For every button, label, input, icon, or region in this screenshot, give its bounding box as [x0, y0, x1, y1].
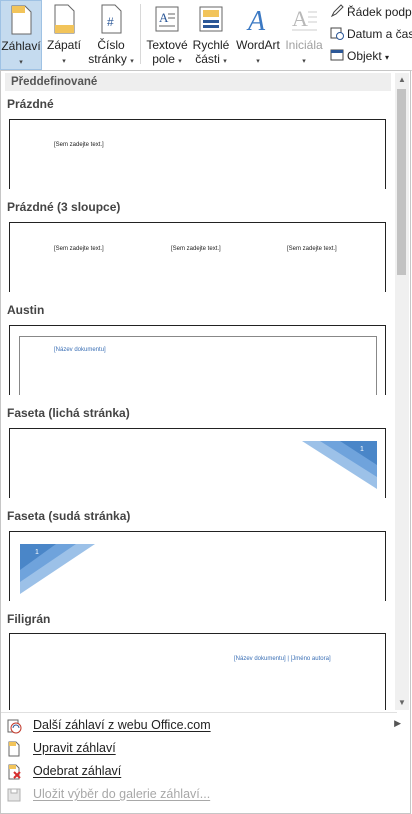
- save-to-gallery-menu-item[interactable]: Uložit výběr do galerie záhlaví...: [1, 784, 409, 806]
- signature-line-button[interactable]: Řádek podpi: [330, 4, 412, 19]
- office-web-icon: [7, 719, 22, 734]
- remove-header-icon: [8, 764, 21, 780]
- gallery-item-facet-odd[interactable]: 1: [9, 428, 386, 498]
- gallery-item-title: Austin: [7, 303, 45, 317]
- wordart-label: WordArt: [236, 38, 280, 52]
- date-time-button[interactable]: Datum a čas: [330, 26, 412, 41]
- page-number-text: 1: [360, 446, 364, 453]
- ribbon: Záhlaví ▾ Zápatí ▾ # Číslo stránky ▾ A Text…: [0, 0, 412, 71]
- ribbon-separator: [140, 4, 141, 64]
- page-number-label: Číslo: [97, 38, 125, 52]
- date-time-label: Datum a čas: [347, 27, 412, 41]
- svg-text:A: A: [159, 10, 169, 25]
- header-gallery-panel: Předdefinované ▲ ▼ Prázdné [Sem zadejte …: [0, 70, 411, 814]
- submenu-arrow-icon: ▶: [394, 718, 401, 728]
- header-button[interactable]: Záhlaví ▾: [0, 0, 42, 70]
- quick-parts-icon: [199, 6, 223, 32]
- page-number-label-2: stránky: [88, 52, 127, 66]
- remove-header-menu-item[interactable]: Odebrat záhlaví: [1, 761, 409, 783]
- facet-graphic-left: [20, 544, 95, 594]
- dropcap-button[interactable]: A Iniciála ▾: [284, 0, 324, 70]
- page-number-button[interactable]: # Číslo stránky ▾: [86, 0, 136, 70]
- gallery-item-facet-even[interactable]: 1: [9, 531, 386, 601]
- object-label: Objekt: [347, 49, 382, 63]
- gallery-item-filigree[interactable]: [Název dokumentu] | [Jméno autora]: [9, 633, 386, 710]
- svg-text:A: A: [246, 6, 266, 34]
- signature-pen-icon: [330, 4, 344, 18]
- save-selection-icon: [7, 788, 21, 802]
- textbox-label-2: pole: [152, 52, 175, 66]
- header-button-label: Záhlaví: [1, 39, 41, 53]
- page-number-icon: #: [101, 4, 122, 34]
- dropcap-icon: A: [292, 6, 317, 31]
- gallery-item-blank-3-columns[interactable]: [Sem zadejte text.] [Sem zadejte text.] …: [9, 222, 386, 292]
- edit-header-icon: [8, 741, 20, 757]
- quick-parts-label-2: části: [195, 52, 220, 66]
- gallery-item-blank[interactable]: [Sem zadejte text.]: [9, 119, 386, 189]
- signature-line-label: Řádek podpi: [347, 5, 412, 19]
- dropcap-label: Iniciála: [285, 38, 323, 52]
- page-number-text: 1: [35, 549, 39, 556]
- placeholder-text: [Sem zadejte text.]: [171, 246, 221, 252]
- facet-graphic-right: [302, 441, 377, 489]
- object-button[interactable]: Objekt ▾: [330, 48, 389, 63]
- placeholder-text: [Sem zadejte text.]: [54, 246, 104, 252]
- svg-text:#: #: [107, 15, 114, 29]
- placeholder-text: [Sem zadejte text.]: [54, 142, 104, 148]
- gallery-scrollbar[interactable]: ▲ ▼: [395, 73, 409, 710]
- more-headers-label: Další záhlaví z webu Office.com: [33, 718, 211, 732]
- placeholder-text: [Sem zadejte text.]: [287, 246, 337, 252]
- edit-header-menu-item[interactable]: Upravit záhlaví: [1, 738, 409, 760]
- object-icon: [330, 49, 344, 61]
- remove-header-label: Odebrat záhlaví: [33, 764, 122, 778]
- placeholder-text: [Název dokumentu]: [54, 347, 106, 353]
- scroll-down-arrow-icon[interactable]: ▼: [395, 696, 409, 710]
- wordart-icon: A: [246, 6, 266, 34]
- gallery-item-title: Filigrán: [7, 612, 51, 626]
- placeholder-text: [Název dokumentu] | [Jméno autora]: [234, 656, 331, 662]
- gallery-item-title: Prázdné (3 sloupce): [7, 200, 121, 214]
- gallery-item-title: Faseta (sudá stránka): [7, 509, 131, 523]
- footer-icon: [54, 4, 75, 34]
- textbox-label: Textové: [146, 38, 188, 52]
- edit-header-label: Upravit záhlaví: [33, 741, 116, 755]
- save-to-gallery-label: Uložit výběr do galerie záhlaví...: [33, 787, 211, 801]
- quick-parts-label: Rychlé: [192, 38, 230, 52]
- gallery-item-title: Faseta (lichá stránka): [7, 406, 130, 420]
- gallery-item-title: Prázdné: [7, 97, 54, 111]
- austin-frame: [19, 336, 377, 395]
- header-icon: [11, 5, 32, 35]
- textbox-button[interactable]: A Textové pole ▾: [144, 0, 190, 70]
- quick-parts-button[interactable]: Rychlé části ▾: [190, 0, 232, 70]
- gallery-item-austin[interactable]: [Název dokumentu]: [9, 325, 386, 395]
- menu-separator: [1, 712, 397, 713]
- textbox-icon: A: [155, 6, 179, 32]
- calendar-clock-icon: [330, 27, 344, 40]
- more-headers-office-menu-item[interactable]: Další záhlaví z webu Office.com ▶: [1, 715, 409, 737]
- svg-text:A: A: [292, 6, 308, 31]
- gallery-menu: Další záhlaví z webu Office.com ▶ Upravi…: [1, 712, 409, 812]
- gallery-category-header: Předdefinované: [5, 73, 391, 91]
- scroll-thumb[interactable]: [397, 89, 406, 275]
- footer-button-label: Zápatí: [46, 38, 82, 52]
- wordart-button[interactable]: A WordArt ▾: [232, 0, 284, 70]
- footer-button[interactable]: Zápatí ▾: [42, 0, 86, 70]
- scroll-up-arrow-icon[interactable]: ▲: [395, 73, 409, 87]
